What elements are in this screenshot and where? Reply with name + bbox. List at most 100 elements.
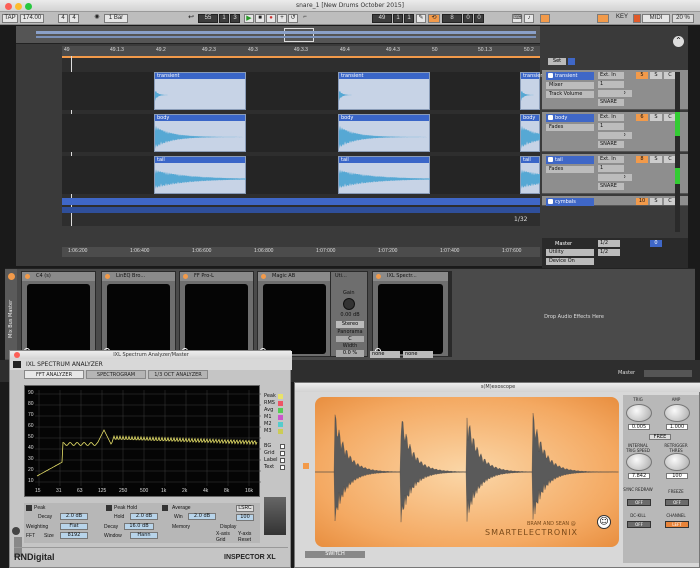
display-checkbox[interactable] (280, 465, 285, 470)
monitor-in[interactable] (598, 132, 624, 139)
spectrum-plot[interactable]: 90 80 70 60 50 40 30 20 10 15 31 63 125 250 500 1k 2k 4k… (24, 385, 261, 497)
position-beats[interactable]: 1 (219, 14, 229, 23)
loop-start-sixteenths[interactable]: 1 (404, 14, 414, 23)
audio-clip[interactable]: tail (338, 156, 430, 194)
tab-spectrogram[interactable]: SPECTROGRAM (86, 370, 146, 379)
track-activator[interactable]: 5 (636, 72, 648, 79)
inspector-titlebar[interactable]: IXL Spectrum Analyzer/Master (10, 351, 292, 359)
time-ruler[interactable]: 1:06:200 1:06:400 1:06:600 1:06:800 1:07:000… (62, 247, 540, 257)
overdub-button[interactable]: + (277, 14, 287, 23)
track-fold-icon[interactable] (548, 199, 553, 204)
trig-value[interactable]: 0.005 (628, 424, 650, 430)
output-dest[interactable]: SNARE (598, 141, 624, 148)
device-power-icon[interactable] (25, 274, 30, 279)
output-dest[interactable]: SNARE (598, 99, 624, 106)
dc-kill-button[interactable]: OFF (627, 521, 651, 528)
switch-button[interactable]: SWITCH (305, 551, 365, 558)
draw-mode-icon[interactable]: ✎ (416, 14, 426, 23)
plugin-display[interactable] (27, 284, 90, 354)
master-out[interactable]: 1/2 (598, 249, 620, 256)
device-power-icon[interactable] (261, 274, 266, 279)
track-fold-icon[interactable] (548, 157, 553, 162)
cymbals-lane[interactable] (62, 198, 540, 205)
plugin-display[interactable] (185, 284, 248, 354)
track-control-chooser[interactable]: Track Volume (546, 91, 594, 98)
position-sixteenths[interactable]: 3 (230, 14, 240, 23)
legend-swatch[interactable] (278, 422, 283, 427)
input-channel[interactable]: 1 (598, 81, 624, 88)
stop-button[interactable]: ■ (255, 14, 265, 23)
reset-label[interactable]: Reset (238, 537, 251, 543)
amp-value[interactable]: 1.000 (666, 424, 688, 430)
device-power-icon[interactable] (376, 274, 381, 279)
display-checkbox[interactable] (280, 444, 285, 449)
gain-knob[interactable] (343, 298, 355, 310)
loop-switch[interactable]: ⟲ (428, 14, 440, 23)
width-slider[interactable]: 0.0 % (336, 350, 364, 357)
audio-clip[interactable]: body (520, 114, 540, 152)
play-button[interactable]: ▶ (244, 14, 254, 23)
track-device-chooser[interactable]: Fades (546, 124, 594, 131)
solo-button[interactable]: S (650, 156, 662, 163)
device-power-icon[interactable] (183, 274, 188, 279)
legend-swatch[interactable] (278, 401, 283, 406)
peak-hold-checkbox[interactable] (106, 505, 112, 511)
follow-icon[interactable]: ↩ (186, 14, 196, 23)
overview-strip[interactable] (16, 26, 540, 44)
loop-brace[interactable] (62, 56, 540, 58)
panorama-slider[interactable]: C (336, 336, 364, 342)
follow-toggle-icon[interactable] (568, 58, 575, 65)
display-checkbox[interactable] (280, 458, 285, 463)
record-button[interactable]: ● (266, 14, 276, 23)
legend-swatch[interactable] (278, 429, 283, 434)
track-header-4[interactable]: cymbals 10 S C (542, 196, 688, 206)
output-dest[interactable]: SNARE (598, 183, 624, 190)
legend-swatch[interactable] (278, 394, 283, 399)
master-control-chooser[interactable]: Device On (546, 258, 594, 265)
monitor-in[interactable] (598, 174, 624, 181)
track-name[interactable]: cymbals (546, 198, 594, 206)
monitor-in[interactable] (598, 90, 624, 97)
trigger-handle[interactable] (303, 463, 309, 469)
track-name[interactable]: transient (546, 72, 594, 80)
tap-button[interactable]: TAP (2, 14, 18, 23)
retrigger-knob[interactable] (664, 453, 690, 471)
plugin-display[interactable] (263, 284, 326, 354)
quantize-menu[interactable]: 1 Bar (104, 14, 128, 23)
computer-midi-keyboard-icon[interactable]: ⌨ (512, 14, 522, 23)
loop-length-sixteenths[interactable]: 0 (474, 14, 484, 23)
lsrc-value[interactable]: 100 (236, 514, 254, 521)
master-in[interactable]: 1/2 (598, 240, 620, 247)
track-name[interactable]: tail (546, 156, 594, 164)
track-device-chooser[interactable]: Fades (546, 166, 594, 173)
punch-icon[interactable]: ⌐ (300, 14, 310, 23)
input-channel[interactable]: 1 (598, 123, 624, 130)
input-type[interactable]: Ext. In (598, 156, 624, 163)
track-device-chooser[interactable]: Mixer (546, 82, 594, 89)
audio-clip[interactable]: tail (520, 156, 540, 194)
zoom-knob[interactable] (12, 527, 20, 535)
sync-button[interactable]: OFF (627, 499, 651, 506)
audio-clip[interactable]: transient (520, 72, 545, 110)
device-activator-icon[interactable] (8, 273, 15, 280)
gain-value[interactable]: 0.00 dB (337, 312, 363, 318)
tab-third-octave[interactable]: 1/3 OCT ANALYZER (148, 370, 208, 379)
automation-arm-button[interactable]: ↺ (288, 14, 298, 23)
track-fold-icon[interactable] (548, 115, 553, 120)
speed-knob[interactable] (626, 453, 652, 471)
device-power-icon[interactable] (105, 274, 110, 279)
channel-mode-menu[interactable]: Stereo (336, 321, 364, 328)
set-button[interactable]: Set (548, 58, 566, 65)
track-header-2[interactable]: bodyFadesExt. In1AutoSNARE6SC (542, 112, 688, 152)
solo-button[interactable]: S (650, 198, 662, 205)
tab-fft-analyzer[interactable]: FFT ANALYZER (24, 370, 84, 379)
track-fold-icon[interactable] (548, 73, 553, 78)
audio-clip[interactable]: transient (154, 72, 246, 110)
meter-denominator[interactable]: 4 (69, 14, 79, 23)
cymbals-lane-2[interactable] (62, 207, 540, 213)
speed-value[interactable]: 7.842 (628, 473, 650, 479)
trig-knob[interactable] (626, 404, 652, 422)
decay-field[interactable]: 16.0 dB (124, 523, 154, 530)
position-bars[interactable]: 55 (198, 14, 218, 23)
display-checkbox[interactable] (280, 451, 285, 456)
